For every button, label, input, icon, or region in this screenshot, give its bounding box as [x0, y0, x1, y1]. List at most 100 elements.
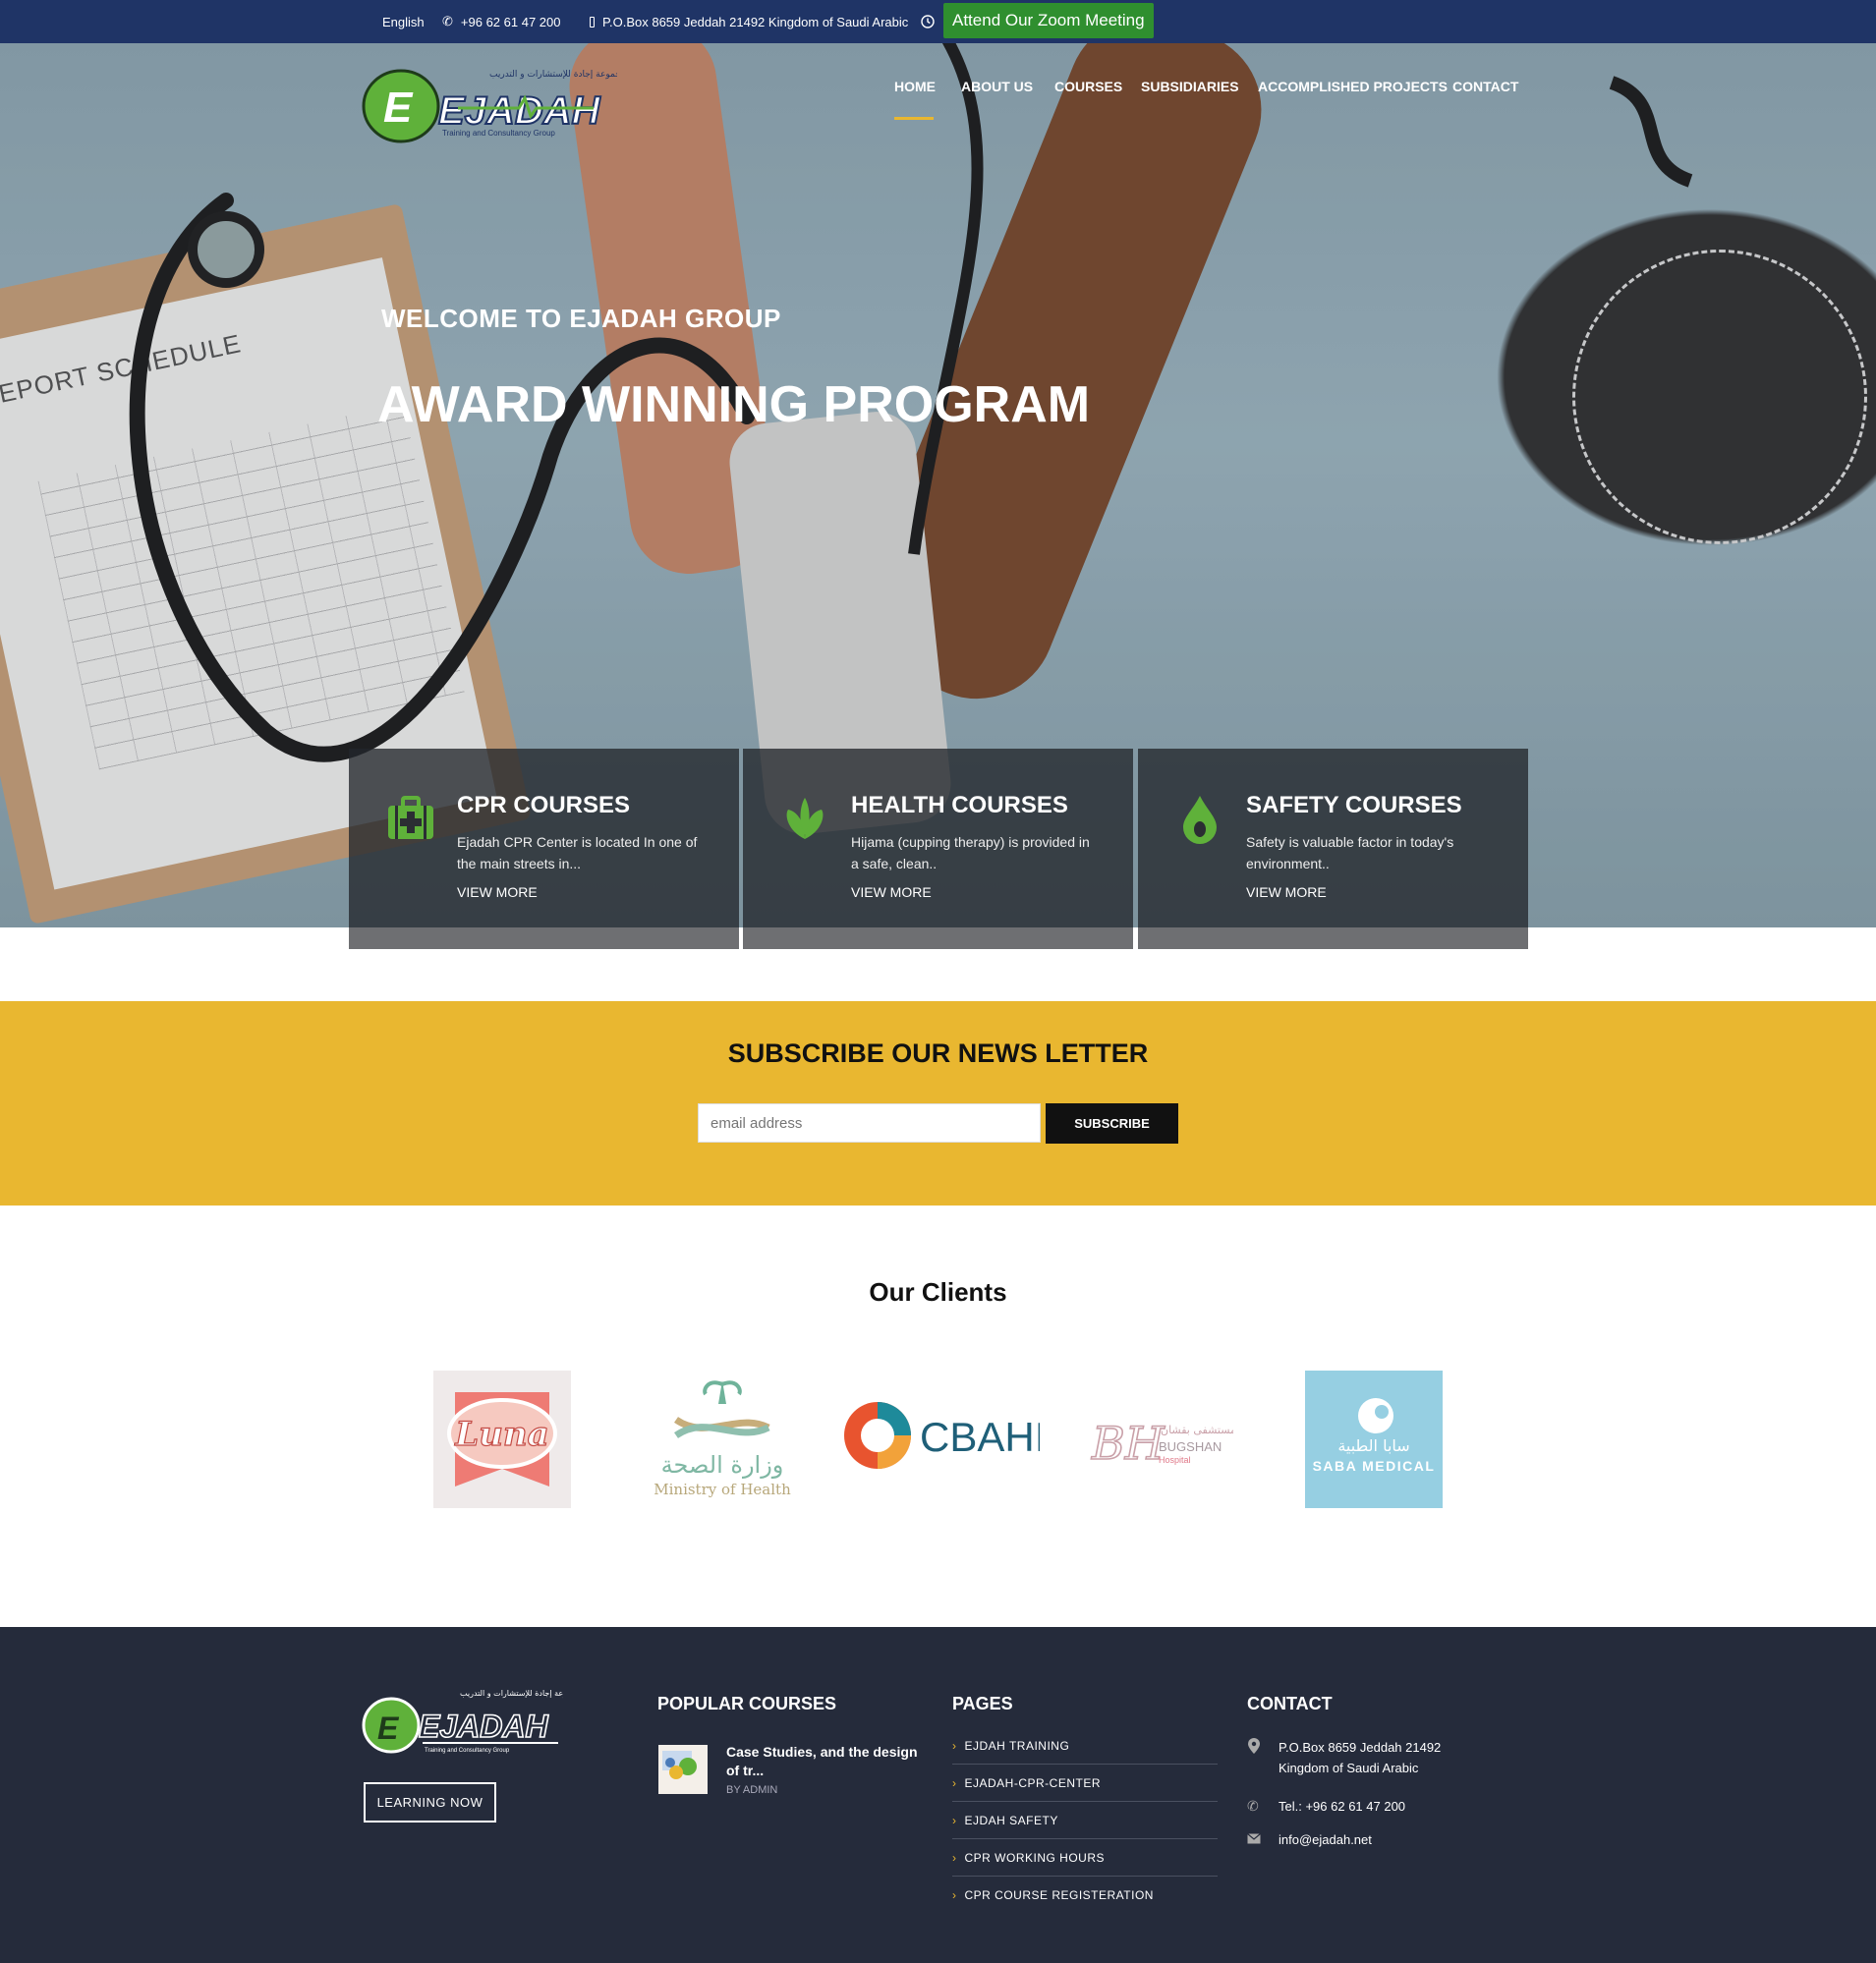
course-card-safety: SAFETY COURSES Safety is valuable factor… [1138, 749, 1528, 949]
page-link-label: CPR COURSE REGISTERATION [964, 1888, 1154, 1902]
page-link-label: EJADAH-CPR-CENTER [964, 1775, 1102, 1790]
cbahi-wordmark: CBAHI [920, 1414, 1040, 1460]
bugshan-arabic: مستشفى بقشان [1161, 1424, 1233, 1436]
ejadah-logo-icon: E EJADAH مجموعة إجادة للإستشارات و التدر… [362, 69, 626, 143]
newsletter-section: SUBSCRIBE OUR NEWS LETTER SUBSCRIBE [0, 1001, 1876, 1206]
map-pin-icon [1247, 1737, 1261, 1778]
popular-course-title[interactable]: Case Studies, and the design of tr... [726, 1743, 923, 1780]
chevron-right-icon: › [952, 1850, 957, 1865]
bugshan-name: BUGSHAN [1159, 1439, 1222, 1454]
envelope-icon [1247, 1829, 1261, 1850]
chevron-right-icon: › [952, 1813, 957, 1827]
footer-logo[interactable]: E EJADAH مجموعة إجادة للإستشارات و التدر… [362, 1686, 581, 1755]
contact-address: P.O.Box 8659 Jeddah 21492 Kingdom of Sau… [1247, 1737, 1455, 1778]
course-card-cpr: CPR COURSES Ejadah CPR Center is located… [349, 749, 739, 949]
course-thumbnail-image [662, 1751, 697, 1779]
footer-page-link[interactable]: › EJDAH TRAINING [952, 1727, 1218, 1765]
language-label: English [382, 14, 425, 29]
view-more-link[interactable]: VIEW MORE [457, 884, 538, 900]
hero-subtitle: WELCOME TO EJADAH GROUP [381, 304, 781, 333]
view-more-link[interactable]: VIEW MORE [851, 884, 932, 900]
ejadah-logo-icon: E EJADAH مجموعة إجادة للإستشارات و التدر… [362, 1689, 581, 1754]
footer-page-link[interactable]: › CPR COURSE REGISTERATION [952, 1877, 1218, 1914]
site-footer: E EJADAH مجموعة إجادة للإستشارات و التدر… [0, 1627, 1876, 1963]
site-logo[interactable]: E EJADAH مجموعة إجادة للإستشارات و التدر… [362, 65, 626, 143]
luna-logo-icon: Luna [447, 1392, 557, 1486]
topbar-phone: ✆ +96 62 61 47 200 [442, 0, 560, 43]
course-thumbnail[interactable] [658, 1745, 708, 1794]
clients-title: Our Clients [869, 1277, 1007, 1307]
footer-page-link[interactable]: › EJADAH-CPR-CENTER [952, 1765, 1218, 1802]
moh-english-name: Ministry of Health [654, 1481, 791, 1498]
zoom-meeting-button[interactable]: Attend Our Zoom Meeting [943, 3, 1154, 38]
nav-courses[interactable]: COURSES [1054, 79, 1122, 100]
client-logo-bugshan: BH مستشفى بقشان BUGSHAN Hospital [1086, 1371, 1236, 1508]
ministry-of-health-logo-icon: وزارة الصحة Ministry of Health [654, 1380, 791, 1498]
language-selector[interactable]: English [382, 0, 425, 43]
topbar-address: P.O.Box 8659 Jeddah 21492 Kingdom of Sau… [590, 0, 908, 43]
chevron-right-icon: › [952, 1888, 957, 1902]
top-bar: English ✆ +96 62 61 47 200 P.O.Box 8659 … [0, 0, 1876, 43]
nav-contact[interactable]: CONTACT [1452, 79, 1518, 100]
nav-active-indicator [894, 117, 934, 120]
footer-logo-tagline: Training and Consultancy Group [425, 1748, 510, 1754]
popular-courses-heading: POPULAR COURSES [657, 1694, 837, 1713]
nav-subsidiaries[interactable]: SUBSIDIARIES [1141, 79, 1239, 100]
course-text: Safety is valuable factor in today's env… [1246, 834, 1454, 871]
nav-accomplished-projects[interactable]: ACCOMPLISHED PROJECTS [1258, 79, 1448, 100]
course-text: Ejadah CPR Center is located In one of t… [457, 834, 698, 871]
nav-about-us[interactable]: ABOUT US [961, 79, 1033, 100]
contact-email-text[interactable]: info@ejadah.net [1279, 1829, 1372, 1850]
address-text: P.O.Box 8659 Jeddah 21492 Kingdom of Sau… [602, 14, 909, 29]
phone-icon: ✆ [1247, 1798, 1259, 1814]
course-card-strip [743, 927, 1133, 949]
page-link-label: EJDAH TRAINING [964, 1738, 1070, 1753]
bugshan-hospital-word: Hospital [1159, 1455, 1191, 1465]
course-title: HEALTH COURSES [851, 792, 1068, 818]
learning-now-button[interactable]: LEARNING NOW [364, 1782, 496, 1823]
bugshan-monogram: BH [1091, 1417, 1165, 1470]
course-card-strip [1138, 927, 1528, 949]
svg-text:E: E [377, 1711, 400, 1746]
phone-text: +96 62 61 47 200 [460, 14, 561, 29]
course-text: Hijama (cupping therapy) is provided in … [851, 834, 1090, 871]
footer-logo-arabic: مجموعة إجادة للإستشارات و التدريب [460, 1689, 563, 1699]
client-logo-luna: Luna [433, 1371, 571, 1508]
cbahi-logo-icon: CBAHI [844, 1402, 1046, 1469]
email-input[interactable] [698, 1103, 1041, 1143]
subscribe-button[interactable]: SUBSCRIBE [1046, 1103, 1178, 1144]
course-card-health: HEALTH COURSES Hijama (cupping therapy) … [743, 749, 1133, 949]
client-logo-saba: سابا الطبية SABA MEDICAL [1305, 1371, 1443, 1508]
client-logo-moh: وزارة الصحة Ministry of Health [649, 1371, 796, 1508]
leaf-icon [786, 798, 824, 839]
course-title: CPR COURSES [457, 792, 631, 818]
page-link-label: CPR WORKING HOURS [964, 1850, 1106, 1865]
svg-text:E: E [383, 84, 414, 132]
logo-tagline: Training and Consultancy Group [442, 129, 555, 138]
footer-page-link[interactable]: › CPR WORKING HOURS [952, 1839, 1218, 1877]
phone-icon: ✆ [442, 14, 453, 28]
mobile-icon [590, 16, 595, 28]
saba-arabic: سابا الطبية [1337, 1436, 1409, 1455]
drop-icon [1183, 796, 1217, 844]
footer-page-link[interactable]: › EJDAH SAFETY [952, 1802, 1218, 1839]
hero-title: AWARD WINNING PROGRAM [377, 376, 1091, 433]
page-link-label: EJDAH SAFETY [964, 1813, 1058, 1827]
clock-icon [921, 0, 935, 43]
logo-wordmark: EJADAH [438, 89, 601, 133]
saba-medical-logo-icon: سابا الطبية SABA MEDICAL [1313, 1398, 1436, 1474]
bugshan-hospital-logo-icon: BH مستشفى بقشان BUGSHAN Hospital [1090, 1416, 1236, 1471]
logo-arabic: مجموعة إجادة للإستشارات و التدريب [489, 70, 617, 80]
saba-wordmark: SABA MEDICAL [1313, 1458, 1436, 1474]
nav-home[interactable]: HOME [894, 79, 936, 100]
contact-address-text: P.O.Box 8659 Jeddah 21492 Kingdom of Sau… [1279, 1740, 1442, 1775]
newsletter-title: SUBSCRIBE OUR NEWS LETTER [727, 1038, 1149, 1068]
footer-logo-wordmark: EJADAH [419, 1709, 548, 1744]
moh-arabic-name: وزارة الصحة [661, 1451, 784, 1479]
contact-phone-text: Tel.: +96 62 61 47 200 [1279, 1799, 1406, 1814]
contact-email: info@ejadah.net [1247, 1829, 1372, 1850]
view-more-link[interactable]: VIEW MORE [1246, 884, 1327, 900]
contact-phone: ✆ Tel.: +96 62 61 47 200 [1247, 1796, 1405, 1817]
luna-wordmark: Luna [454, 1415, 548, 1454]
course-title: SAFETY COURSES [1246, 792, 1462, 818]
